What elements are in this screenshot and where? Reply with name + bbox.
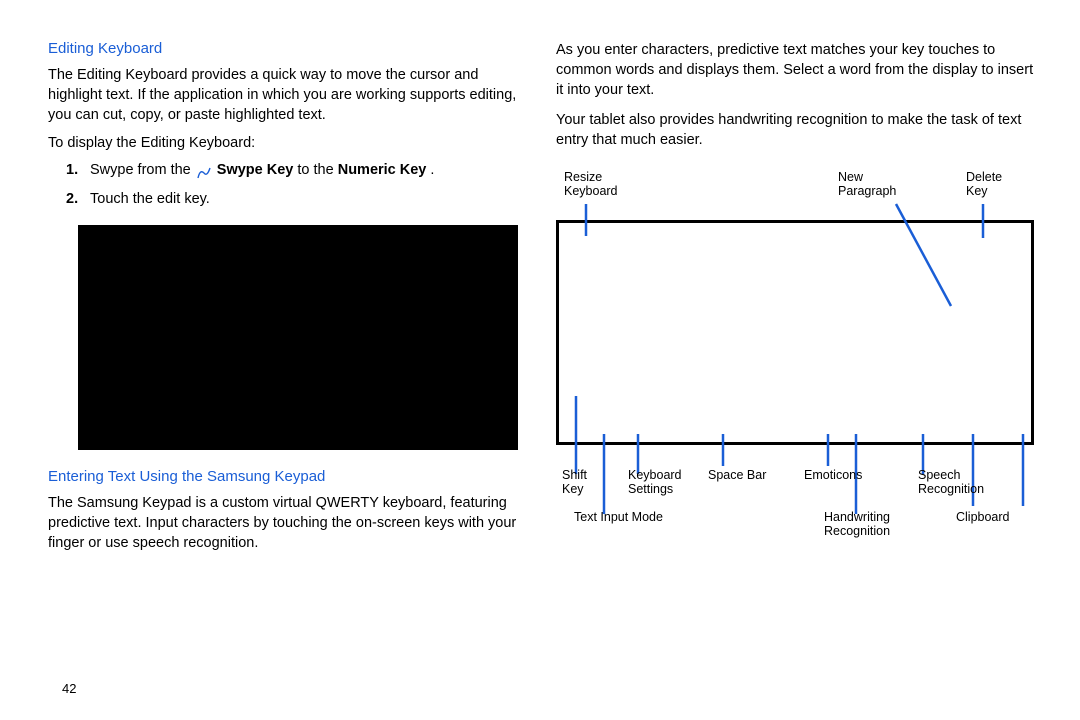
label-keyboard-settings: Keyboard Settings [628,468,682,497]
lead-display-editing: To display the Editing Keyboard: [48,135,518,151]
label-resize-keyboard: Resize Keyboard [564,170,618,199]
step-2-text: Touch the edit key. [90,188,518,211]
heading-editing-keyboard: Editing Keyboard [48,40,518,57]
label-clipboard: Clipboard [956,510,1010,524]
step-1-swype-key: Swype Key [217,162,294,178]
step-2: 2. Touch the edit key. [66,188,518,211]
label-new-paragraph: New Paragraph [838,170,896,199]
step-2-number: 2. [66,188,90,211]
label-speech-recognition: Speech Recognition [918,468,984,497]
step-1: 1. Swype from the Swype Key to the Numer… [66,159,518,182]
heading-samsung-keypad: Entering Text Using the Samsung Keypad [48,468,518,485]
step-1-frag-c: to the [297,162,337,178]
step-1-number: 1. [66,159,90,182]
step-1-text: Swype from the Swype Key to the Numeric … [90,159,518,182]
label-shift-key: Shift Key [562,468,587,497]
keyboard-diagram: Resize Keyboard New Paragraph Delete Key… [556,166,1036,546]
para-handwriting: Your tablet also provides handwriting re… [556,110,1036,150]
step-1-frag-a: Swype from the [90,162,195,178]
label-emoticons: Emoticons [804,468,862,482]
label-delete-key: Delete Key [966,170,1002,199]
para-editing-keyboard: The Editing Keyboard provides a quick wa… [48,65,518,125]
editing-keyboard-screenshot [78,225,518,450]
step-1-frag-e: . [430,162,434,178]
step-1-numeric-key: Numeric Key [338,162,427,178]
para-samsung-keypad: The Samsung Keypad is a custom virtual Q… [48,493,518,553]
label-text-input-mode: Text Input Mode [574,510,663,524]
swype-icon [197,164,211,176]
page-number: 42 [62,681,76,696]
para-predictive: As you enter characters, predictive text… [556,40,1036,100]
keyboard-box [556,220,1034,445]
label-space-bar: Space Bar [708,468,766,482]
label-handwriting-recognition: Handwriting Recognition [824,510,890,539]
